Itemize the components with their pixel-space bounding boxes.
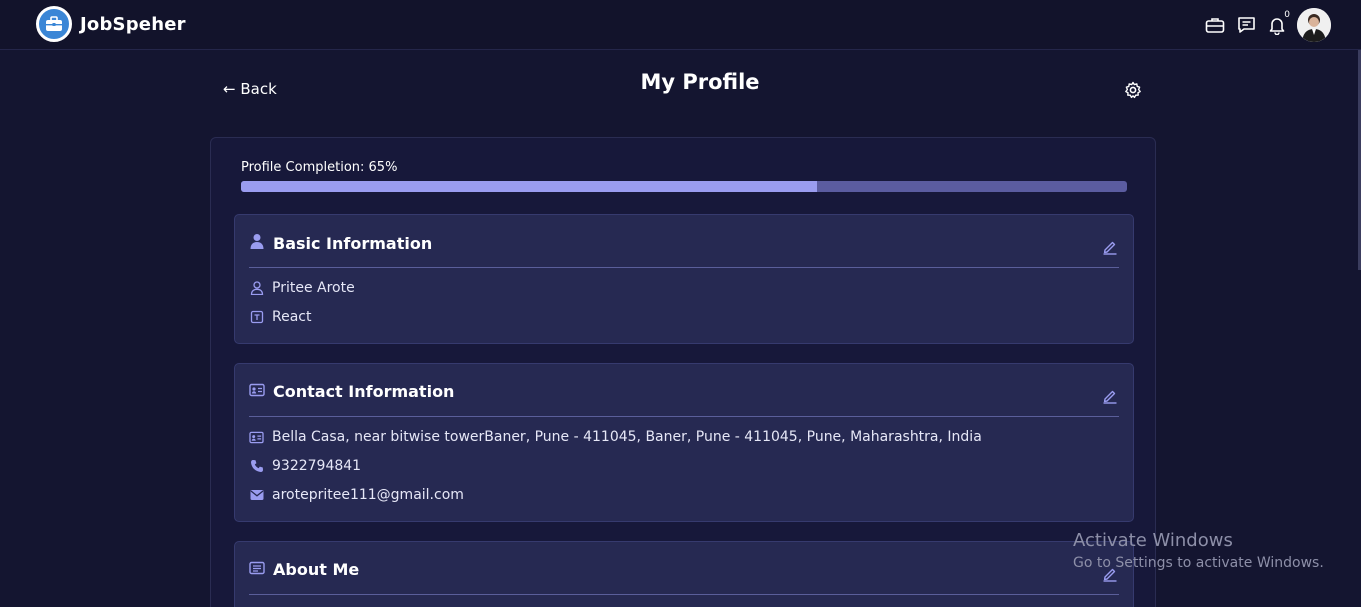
brand[interactable]: JobSpeher [36,6,186,42]
section-header: About Me [249,560,359,579]
phone-row: 9322794841 [249,458,361,474]
top-navbar: JobSpeher 0 [0,0,1361,50]
nav-icon-group: 0 [1195,8,1331,42]
watermark-subtitle: Go to Settings to activate Windows. [1073,555,1324,571]
logo-briefcase-icon [36,6,72,42]
email-address: arotepritee111@gmail.com [272,487,464,503]
avatar[interactable] [1297,8,1331,42]
id-card-icon [249,430,264,445]
user-icon [249,233,265,253]
profile-completion-bar [241,181,1127,192]
profile-card: Profile Completion: 65% Basic Informatio… [210,137,1156,607]
section-divider [249,416,1119,417]
phone-number: 9322794841 [272,458,362,474]
section-header: Contact Information [249,382,454,401]
full-name: Pritee Arote [272,280,355,296]
message-icon[interactable] [1235,14,1257,36]
section-title: Contact Information [273,382,455,401]
user-outline-icon [249,281,264,296]
primary-skill: React [272,309,312,325]
phone-icon [249,459,264,474]
notification-count: 0 [1284,10,1290,20]
bell-icon[interactable]: 0 [1266,10,1290,36]
contact-information-section: Contact Information Bella Casa, near bit… [234,363,1134,522]
profile-completion-fill [241,181,817,192]
name-row: Pritee Arote [249,280,355,296]
section-title: Basic Information [273,233,433,253]
address-row: Bella Casa, near bitwise towerBaner, Pun… [249,429,982,445]
profile-completion-label: Profile Completion: 65% [241,160,398,175]
edit-icon[interactable] [1102,239,1118,255]
section-header: Basic Information [249,233,432,253]
about-me-section: About Me [234,541,1134,607]
note-icon [249,560,265,579]
basic-information-section: Basic Information Pritee Arote React [234,214,1134,344]
watermark-title: Activate Windows [1073,530,1233,551]
brand-name: JobSpeher [80,13,186,35]
section-divider [249,594,1119,595]
email-row: arotepritee111@gmail.com [249,487,464,503]
skill-icon [249,310,264,325]
section-divider [249,267,1119,268]
section-title: About Me [273,560,360,579]
mail-icon [249,488,264,503]
id-card-icon [249,382,265,401]
edit-icon[interactable] [1102,388,1118,404]
skill-row: React [249,309,311,325]
address: Bella Casa, near bitwise towerBaner, Pun… [272,429,982,445]
briefcase-icon[interactable] [1204,14,1226,36]
settings-gear-icon[interactable] [1124,81,1142,99]
page-title: My Profile [640,70,760,94]
